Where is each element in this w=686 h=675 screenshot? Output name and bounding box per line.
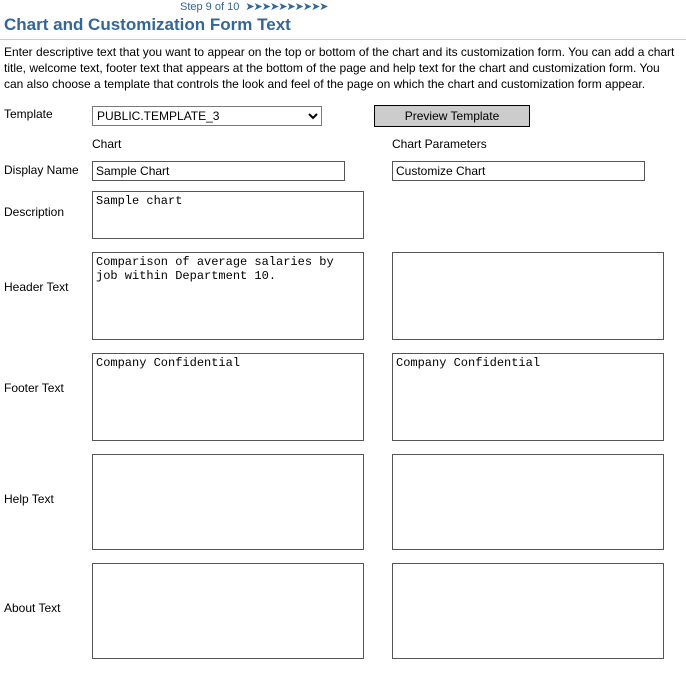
step-beads-icon: ➤➤➤➤➤➤➤➤➤➤ (245, 0, 327, 13)
label-about: About Text (4, 563, 82, 615)
params-help-textarea[interactable] (392, 454, 664, 550)
chart-about-textarea[interactable] (92, 563, 364, 659)
page-title: Chart and Customization Form Text (0, 13, 686, 37)
label-help: Help Text (4, 454, 82, 506)
preview-template-button[interactable]: Preview Template (374, 105, 530, 127)
params-header-textarea[interactable] (392, 252, 664, 340)
divider (0, 39, 686, 40)
wizard-step-indicator: Step 9 of 10 ➤➤➤➤➤➤➤➤➤➤ (0, 0, 686, 13)
spacer (4, 137, 82, 139)
chart-help-textarea[interactable] (92, 454, 364, 550)
chart-footer-textarea[interactable] (92, 353, 364, 441)
label-template: Template (4, 105, 82, 121)
step-label: Step 9 of 10 (180, 1, 239, 13)
chart-display-name-input[interactable] (92, 161, 345, 181)
column-header-params: Chart Parameters (392, 137, 682, 151)
label-display-name: Display Name (4, 161, 82, 177)
chart-header-textarea[interactable] (92, 252, 364, 340)
label-description: Description (4, 191, 82, 219)
label-footer: Footer Text (4, 353, 82, 395)
chart-description-textarea[interactable] (92, 191, 364, 239)
column-header-chart: Chart (92, 137, 382, 151)
label-header: Header Text (4, 252, 82, 294)
intro-text: Enter descriptive text that you want to … (0, 44, 686, 105)
params-display-name-input[interactable] (392, 161, 645, 181)
params-about-textarea[interactable] (392, 563, 664, 659)
template-select[interactable]: PUBLIC.TEMPLATE_3 (92, 106, 322, 126)
params-footer-textarea[interactable] (392, 353, 664, 441)
